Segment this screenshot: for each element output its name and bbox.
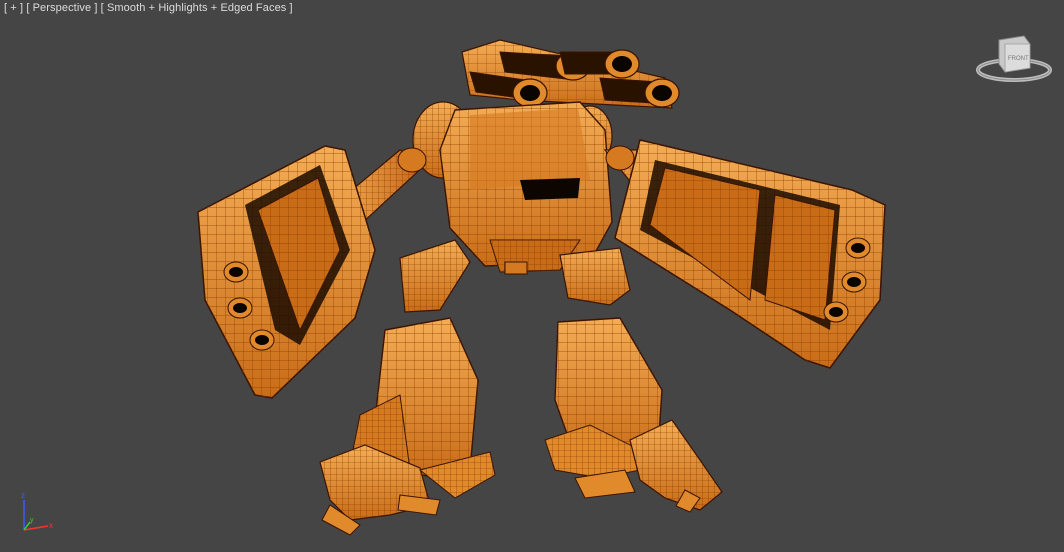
axis-x-label: x xyxy=(49,521,53,530)
cannon-rack xyxy=(461,39,680,109)
left-leg xyxy=(319,317,496,536)
viewport-menu-plus[interactable]: [ + ] xyxy=(4,2,23,14)
right-shield xyxy=(614,139,886,369)
viewport-label[interactable]: [ + ] [ Perspective ] [ Smooth + Highlig… xyxy=(4,2,293,14)
viewport-view-menu[interactable]: [ Perspective ] xyxy=(26,2,97,14)
viewcube-face-label: FRONT xyxy=(1008,56,1029,62)
viewcube-icon[interactable]: FRONT xyxy=(972,30,1052,86)
axis-tripod-icon: z x y xyxy=(21,492,53,531)
left-shield xyxy=(197,145,376,399)
axis-y-label: y xyxy=(30,517,34,524)
robot-model[interactable] xyxy=(0,0,1064,552)
perspective-viewport[interactable]: [ + ] [ Perspective ] [ Smooth + Highlig… xyxy=(0,0,1064,552)
right-leg xyxy=(544,317,723,513)
axis-z-label: z xyxy=(21,492,25,500)
viewport-shading-menu[interactable]: [ Smooth + Highlights + Edged Faces ] xyxy=(101,2,293,14)
